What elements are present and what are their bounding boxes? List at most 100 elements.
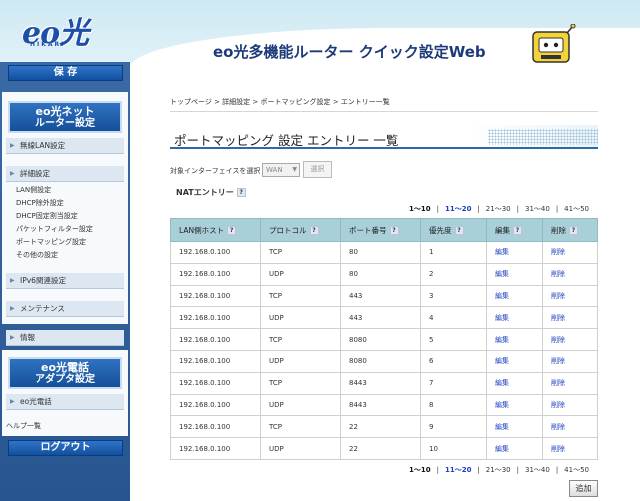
delete-link[interactable]: 削除 [551, 270, 565, 278]
delete-cell: 削除 [542, 437, 598, 460]
edit-cell: 編集 [486, 437, 543, 460]
protocol-cell: TCP [260, 415, 341, 439]
edit-cell: 編集 [486, 393, 543, 417]
page-link-1-10[interactable]: 1〜10 [409, 466, 431, 474]
protocol-cell: UDP [260, 393, 341, 417]
delete-link[interactable]: 削除 [551, 314, 565, 322]
router-settings-line2: ルーター設定 [35, 118, 95, 129]
delete-cell: 削除 [542, 306, 598, 330]
delete-link[interactable]: 削除 [551, 357, 565, 365]
edit-link[interactable]: 編集 [495, 248, 509, 256]
port-cell: 22 [340, 415, 421, 439]
protocol-cell: TCP [260, 371, 341, 395]
page-link-21-30[interactable]: 21〜30 [486, 205, 511, 213]
edit-cell: 編集 [486, 262, 543, 286]
port-cell: 8080 [340, 349, 421, 373]
delete-link[interactable]: 削除 [551, 248, 565, 256]
sidebar-item-details[interactable]: 詳細設定 [6, 166, 124, 182]
priority-cell: 6 [420, 349, 487, 373]
col-lan-host: LAN側ホスト? [170, 218, 261, 242]
interface-label: 対象インターフェイスを選択 [170, 167, 261, 175]
sidebar-item-eo-phone[interactable]: eo光電話 [6, 394, 124, 410]
lan-host-cell: 192.168.0.100 [170, 284, 261, 308]
edit-link[interactable]: 編集 [495, 423, 509, 431]
sidebar-link-other[interactable]: その他の設定 [16, 250, 58, 260]
logout-button[interactable]: ログアウト [8, 440, 123, 456]
edit-link[interactable]: 編集 [495, 401, 509, 409]
sidebar-link-packet-filter[interactable]: パケットフィルター設定 [16, 224, 93, 234]
col-priority-label: 優先度 [429, 225, 452, 235]
table-row: 192.168.0.100 TCP 22 9 編集 削除 [170, 415, 598, 439]
edit-cell: 編集 [486, 241, 543, 264]
page-link-31-40[interactable]: 31〜40 [525, 205, 550, 213]
priority-cell: 2 [420, 262, 487, 286]
sidebar-link-dhcp-fixed[interactable]: DHCP固定割当設定 [16, 211, 78, 221]
page-link-11-20[interactable]: 11〜20 [445, 466, 471, 474]
save-button[interactable]: 保 存 [8, 65, 123, 81]
col-port: ポート番号? [340, 218, 421, 242]
help-icon[interactable]: ? [309, 226, 319, 235]
edit-link[interactable]: 編集 [495, 314, 509, 322]
edit-link[interactable]: 編集 [495, 357, 509, 365]
port-cell: 8443 [340, 371, 421, 395]
page-title-bar: ポートマッピング 設定 エントリー 一覧 [170, 125, 598, 149]
select-button[interactable]: 選択 [303, 161, 332, 178]
delete-cell: 削除 [542, 241, 598, 264]
priority-cell: 4 [420, 306, 487, 330]
page-link-21-30[interactable]: 21〜30 [486, 466, 511, 474]
page-link-11-20[interactable]: 11〜20 [445, 205, 471, 213]
help-icon[interactable]: ? [569, 226, 578, 235]
col-protocol-label: プロトコル [269, 225, 307, 235]
delete-link[interactable]: 削除 [551, 336, 565, 344]
protocol-cell: UDP [260, 306, 341, 330]
sidebar: 保 存 eo光ネット ルーター設定 無線LAN設定 詳細設定 LAN側設定 DH… [0, 62, 130, 501]
table-row: 192.168.0.100 UDP 443 4 編集 削除 [170, 306, 598, 330]
help-icon[interactable]: ? [513, 226, 522, 235]
edit-link[interactable]: 編集 [495, 292, 509, 300]
priority-cell: 10 [420, 437, 487, 460]
help-icon[interactable]: ? [389, 226, 399, 235]
title-dot-pattern [488, 129, 598, 145]
edit-link[interactable]: 編集 [495, 270, 509, 278]
port-cell: 80 [340, 241, 421, 264]
sidebar-item-maintenance[interactable]: メンテナンス [6, 301, 124, 317]
app-title: eo光多機能ルーター クイック設定Web [213, 43, 486, 61]
help-icon[interactable]: ? [227, 226, 237, 235]
page-link-41-50[interactable]: 41〜50 [564, 205, 589, 213]
add-entry-button[interactable]: 追加 [569, 480, 598, 497]
sidebar-link-port-mapping[interactable]: ポートマッピング設定 [16, 237, 86, 247]
delete-link[interactable]: 削除 [551, 379, 565, 387]
nat-table-body: 192.168.0.100 TCP 80 1 編集 削除 192.168.0.100 UDP 8… [170, 241, 598, 460]
sidebar-link-lan[interactable]: LAN側設定 [16, 185, 51, 195]
help-icon[interactable]: ? [236, 188, 246, 197]
help-list-link[interactable]: ヘルプ一覧 [6, 421, 41, 431]
edit-link[interactable]: 編集 [495, 379, 509, 387]
mascot-icon [532, 24, 576, 63]
priority-cell: 3 [420, 284, 487, 308]
pager-bottom: 1〜10 | 11〜20 | 21〜30 | 31〜40 | 41〜50 [406, 465, 592, 475]
phone-adapter-line1: eo光電話 [40, 361, 90, 374]
sidebar-item-wireless[interactable]: 無線LAN設定 [6, 138, 124, 154]
sidebar-item-ipv6[interactable]: IPv6関連設定 [6, 273, 124, 289]
col-lan-host-label: LAN側ホスト [179, 225, 225, 235]
edit-link[interactable]: 編集 [495, 445, 509, 453]
priority-cell: 7 [420, 371, 487, 395]
pager-separator: | [477, 205, 480, 213]
page-link-31-40[interactable]: 31〜40 [525, 466, 550, 474]
sidebar-item-info[interactable]: 情報 [6, 330, 124, 346]
help-icon[interactable]: ? [454, 226, 464, 235]
router-settings-button[interactable]: eo光ネット ルーター設定 [8, 101, 122, 133]
edit-cell: 編集 [486, 328, 543, 351]
delete-link[interactable]: 削除 [551, 445, 565, 453]
page-link-41-50[interactable]: 41〜50 [564, 466, 589, 474]
sidebar-link-dhcp-exclude[interactable]: DHCP除外設定 [16, 198, 64, 208]
delete-link[interactable]: 削除 [551, 401, 565, 409]
interface-select[interactable]: WAN ▼ [262, 163, 300, 177]
delete-link[interactable]: 削除 [551, 292, 565, 300]
edit-link[interactable]: 編集 [495, 336, 509, 344]
phone-adapter-button[interactable]: eo光電話 アダプタ設定 [8, 357, 122, 389]
col-port-label: ポート番号 [349, 225, 387, 235]
page-link-1-10[interactable]: 1〜10 [409, 205, 431, 213]
delete-link[interactable]: 削除 [551, 423, 565, 431]
chevron-down-icon: ▼ [292, 166, 297, 173]
